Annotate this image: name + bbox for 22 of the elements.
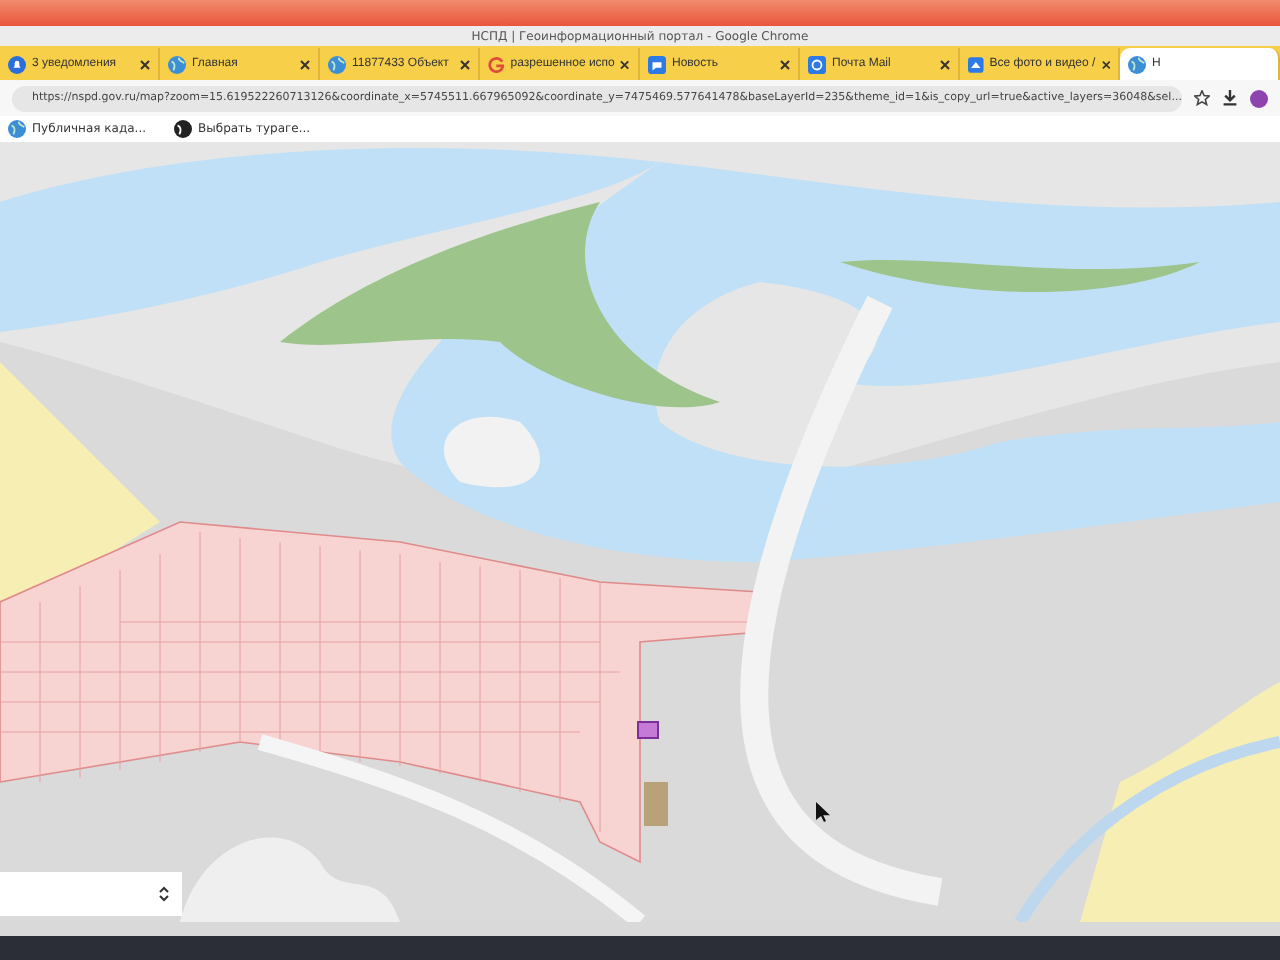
close-icon[interactable] [460,59,470,69]
close-icon[interactable] [300,59,310,69]
download-icon[interactable] [1222,90,1238,106]
g-letter-icon [488,55,505,73]
bell-icon [8,55,26,73]
select-field[interactable] [0,872,182,916]
globe-icon [8,120,26,138]
close-icon[interactable] [780,59,790,69]
globe-icon [1128,55,1146,73]
globe-icon [328,55,346,73]
close-icon[interactable] [940,59,950,69]
close-icon[interactable] [620,59,630,69]
avatar-icon[interactable] [1250,89,1268,107]
close-icon[interactable] [140,59,150,69]
mail-icon [808,55,826,73]
spinner-arrows-icon [158,884,170,904]
star-icon[interactable] [1194,90,1210,106]
close-icon[interactable] [1101,59,1110,69]
mouse-cursor-icon [816,802,830,822]
globe-icon [168,55,186,73]
chat-icon [648,55,666,73]
cloud-icon [968,55,984,73]
